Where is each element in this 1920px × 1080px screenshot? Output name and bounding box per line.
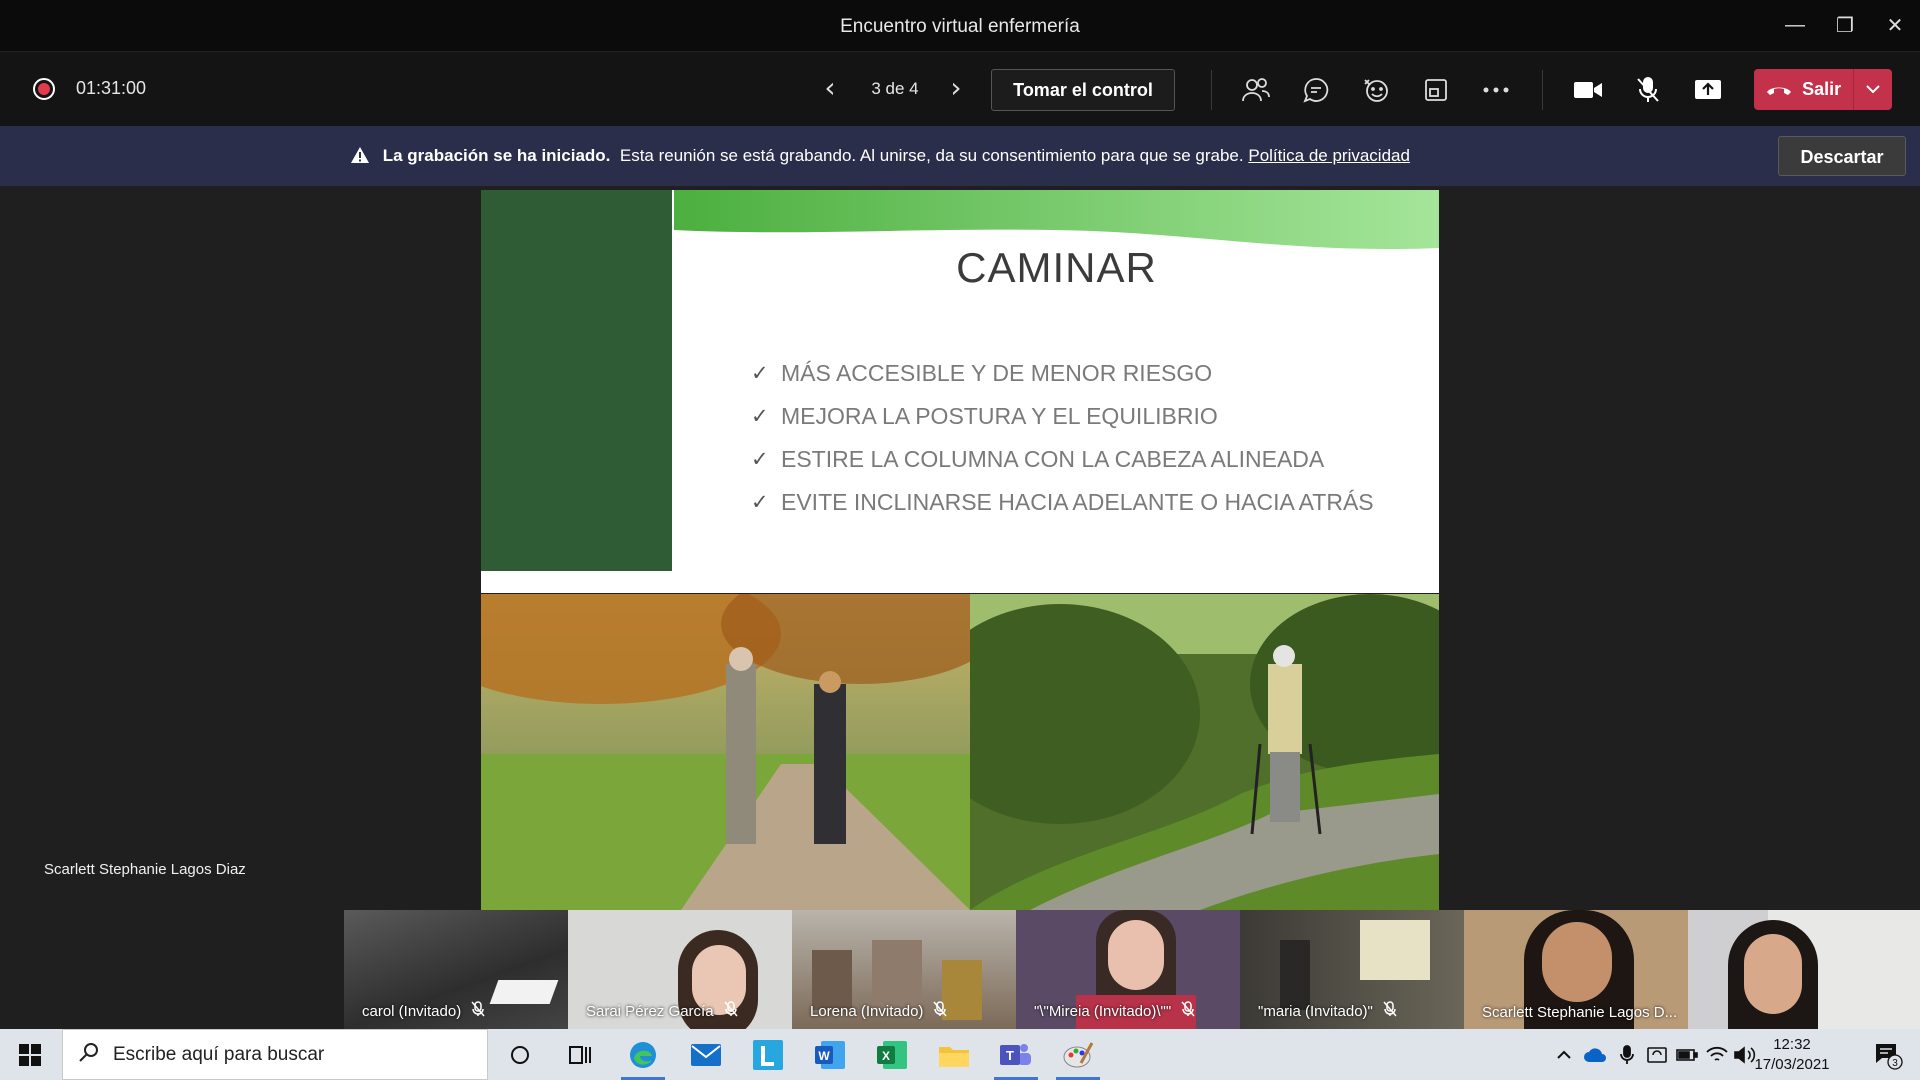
slide-green-block <box>481 190 672 571</box>
photo-woman-with-poles <box>970 594 1439 910</box>
recording-banner: La grabación se ha iniciado. Esta reunió… <box>0 126 1920 186</box>
slide-bullet: ✓ EVITE INCLINARSE HACIA ADELANTE O HACIA… <box>751 481 1391 524</box>
presentation-slide: CAMINAR ✓ MÁS ACCESIBLE Y DE MENOR RIESGO… <box>481 190 1439 593</box>
participant-tile[interactable]: Lorena (Invitado) <box>792 910 1016 1029</box>
check-icon: ✓ <box>751 490 769 514</box>
meeting-toolbar: 01:31:00 ‹ 3 de 4 › Tomar el control Sal… <box>0 52 1920 126</box>
show-hidden-icons-chevron-icon[interactable] <box>1552 1029 1576 1080</box>
slide-bullet-list: ✓ MÁS ACCESIBLE Y DE MENOR RIESGO ✓ MEJORA… <box>751 352 1391 524</box>
excel-icon[interactable]: X <box>864 1029 920 1080</box>
battery-icon[interactable] <box>1672 1029 1702 1080</box>
task-view-icon[interactable] <box>552 1029 608 1080</box>
onedrive-icon[interactable] <box>1580 1029 1610 1080</box>
slide-counter: 3 de 4 <box>871 79 919 98</box>
windows-start-icon[interactable] <box>0 1029 60 1080</box>
leave-label: Salir <box>1802 79 1842 99</box>
participants-icon[interactable] <box>1236 72 1276 108</box>
slide-bullet: ✓ ESTIRE LA COLUMNA CON LA CABEZA ALINEAD… <box>751 438 1391 481</box>
minimize-button[interactable]: — <box>1770 0 1820 51</box>
taskbar-clock[interactable]: 12:32 17/03/2021 <box>1752 1035 1832 1075</box>
cortana-icon[interactable] <box>492 1029 548 1080</box>
l-app-icon[interactable] <box>740 1029 796 1080</box>
warning-icon <box>350 146 370 169</box>
participant-tile[interactable]: "maria (Invitado)" <box>1240 910 1464 1029</box>
participant-name: Lorena (Invitado) <box>810 1002 924 1020</box>
update-status-icon[interactable] <box>1642 1029 1672 1080</box>
presenter-name: Scarlett Stephanie Lagos Diaz <box>44 861 246 878</box>
microphone-muted-icon <box>1181 1001 1195 1021</box>
meeting-timer: 01:31:00 <box>76 78 147 98</box>
check-icon: ✓ <box>751 404 769 428</box>
microphone-muted-icon <box>723 1001 738 1021</box>
paint-icon[interactable] <box>1050 1029 1106 1080</box>
dismiss-button[interactable]: Descartar <box>1778 136 1906 176</box>
search-icon <box>79 1042 99 1067</box>
file-explorer-icon[interactable] <box>926 1029 982 1080</box>
svg-text:3: 3 <box>1892 1058 1898 1069</box>
mail-icon[interactable] <box>678 1029 734 1080</box>
window-title: Encuentro virtual enfermería <box>840 16 1080 37</box>
slide-title: CAMINAR <box>956 244 1157 291</box>
windows-taskbar: Escribe aquí para buscar W X T 12:32 17/… <box>0 1029 1920 1080</box>
search-placeholder: Escribe aquí para buscar <box>113 1043 325 1065</box>
svg-text:T: T <box>1006 1048 1014 1063</box>
clock-time: 12:32 <box>1773 1036 1811 1053</box>
wifi-icon[interactable] <box>1702 1029 1732 1080</box>
svg-text:W: W <box>818 1049 830 1063</box>
hang-up-icon <box>1767 87 1792 95</box>
notifications-icon[interactable]: 3 <box>1866 1029 1910 1080</box>
previous-slide-button[interactable]: ‹ <box>814 72 846 106</box>
participant-tile[interactable]: "\"Mireia (Invitado)\"" <box>1016 910 1240 1029</box>
participant-name: Sarai Pérez García <box>586 1002 714 1020</box>
chat-icon[interactable] <box>1296 72 1336 108</box>
leave-button[interactable]: Salir <box>1754 69 1892 110</box>
taskbar-search-box[interactable]: Escribe aquí para buscar <box>62 1029 488 1080</box>
microphone-tray-icon[interactable] <box>1612 1029 1642 1080</box>
slide-photos <box>481 594 1439 910</box>
edge-browser-icon[interactable] <box>615 1029 671 1080</box>
take-control-button[interactable]: Tomar el control <box>991 69 1175 111</box>
microphone-muted-icon <box>933 1001 947 1021</box>
participant-name: "\"Mireia (Invitado)\"" <box>1034 1002 1172 1020</box>
shared-content-stage: CAMINAR ✓ MÁS ACCESIBLE Y DE MENOR RIESGO… <box>0 186 1920 910</box>
view-layout-icon[interactable] <box>1416 72 1456 108</box>
leave-options-chevron-icon[interactable] <box>1853 69 1892 110</box>
next-slide-button[interactable]: › <box>940 72 972 106</box>
svg-text:X: X <box>882 1049 890 1063</box>
close-button[interactable]: ✕ <box>1870 0 1920 51</box>
participant-name: carol (Invitado) <box>362 1002 462 1020</box>
participant-tile[interactable]: Scarlett Stephanie Lagos D... <box>1464 910 1688 1029</box>
reactions-icon[interactable] <box>1356 72 1396 108</box>
participant-tile[interactable]: carol (Invitado) <box>344 910 568 1029</box>
microphone-muted-icon <box>471 1001 485 1021</box>
check-icon: ✓ <box>751 447 769 471</box>
photo-couple-walking <box>481 594 970 910</box>
banner-text: Esta reunión se está grabando. Al unirse… <box>619 146 1244 165</box>
more-actions-icon[interactable] <box>1476 72 1516 108</box>
teams-icon[interactable]: T <box>988 1029 1044 1080</box>
privacy-policy-link[interactable]: Política de privacidad <box>1248 146 1410 165</box>
camera-icon[interactable] <box>1568 72 1608 108</box>
participant-name: Scarlett Stephanie Lagos D... <box>1482 1004 1678 1021</box>
banner-title: La grabación se ha iniciado. <box>382 146 611 165</box>
check-icon: ✓ <box>751 361 769 385</box>
slide-bullet: ✓ MÁS ACCESIBLE Y DE MENOR RIESGO <box>751 352 1391 395</box>
restore-button[interactable]: ❐ <box>1820 0 1870 51</box>
microphone-muted-icon[interactable] <box>1628 72 1668 108</box>
microphone-muted-icon <box>1383 1001 1397 1021</box>
participant-name: "maria (Invitado)" <box>1258 1002 1373 1020</box>
slide-bullet: ✓ MEJORA LA POSTURA Y EL EQUILIBRIO <box>751 395 1391 438</box>
word-icon[interactable]: W <box>802 1029 858 1080</box>
participants-strip: carol (Invitado) Sarai Pérez García Lore… <box>344 910 1920 1029</box>
title-bar: Encuentro virtual enfermería — ❐ ✕ <box>0 0 1920 52</box>
participant-tile[interactable]: Sarai Pérez García <box>568 910 792 1029</box>
participant-tile[interactable] <box>1688 910 1920 1029</box>
recording-icon <box>33 78 55 100</box>
share-screen-icon[interactable] <box>1688 72 1728 108</box>
clock-date: 17/03/2021 <box>1754 1056 1830 1073</box>
